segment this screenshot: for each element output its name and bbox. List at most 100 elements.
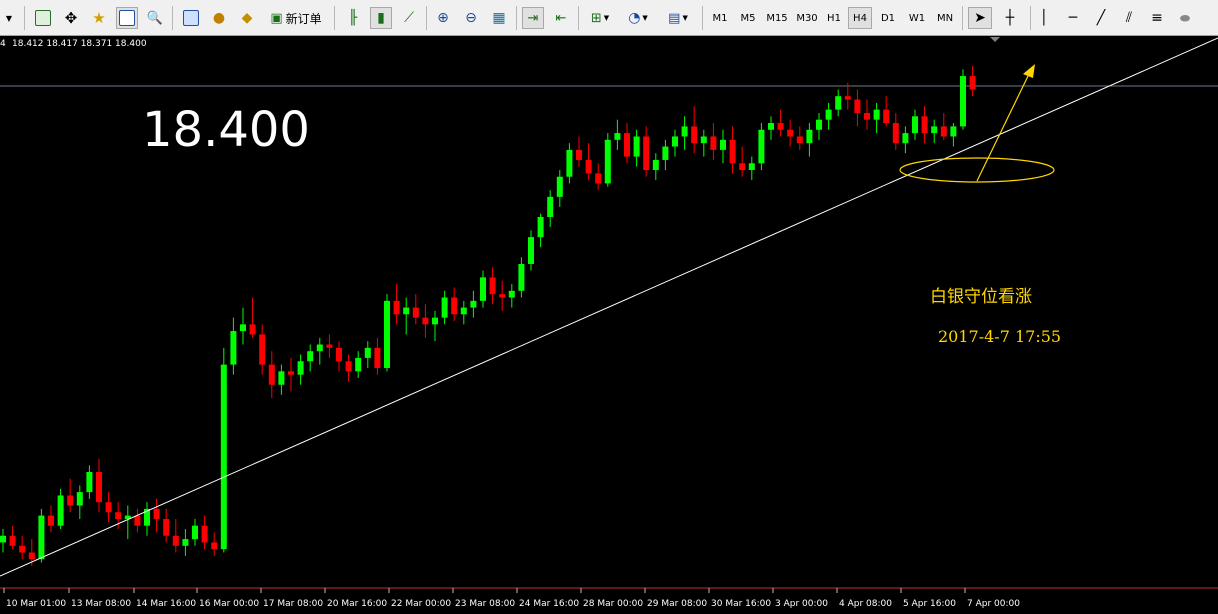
horizontal-line-icon: ─ <box>1068 10 1078 26</box>
candle-body <box>624 133 630 157</box>
timeframe-m30[interactable]: M30 <box>793 7 821 29</box>
timeframe-m5[interactable]: M5 <box>735 7 761 29</box>
candle-body <box>259 334 266 365</box>
candle-body <box>192 525 198 540</box>
toolbar: ▼ ✥ ★ 🔍 ● ◆ ▣ 新订单 ╟ ▮ ⟋ ⊕ ⊖ ▦ ⇥ ⇤ ⊞ ▼ ◔ ▼ ▤… <box>0 0 1218 36</box>
line-chart-icon: ⟋ <box>404 10 414 26</box>
favorites-button[interactable]: ★ <box>88 7 110 29</box>
zoom-in-button[interactable]: ⊕ <box>432 7 454 29</box>
candle-body <box>211 542 218 550</box>
x-tick-label: 7 Apr 00:00 <box>967 599 1020 609</box>
candle-body <box>748 163 755 171</box>
candlestick-icon: ▮ <box>377 10 385 26</box>
crosshair-icon: ✥ <box>64 9 78 27</box>
candle-body <box>422 317 429 325</box>
candle-body <box>892 123 899 144</box>
candle-body <box>403 307 410 315</box>
candle-body <box>873 109 880 120</box>
candle-body <box>240 324 246 332</box>
x-tick-label: 16 Mar 00:00 <box>199 599 259 609</box>
candle-body <box>412 307 419 318</box>
equidistant-channel-button[interactable]: ⫽ <box>1118 7 1140 29</box>
timeframe-mn[interactable]: MN <box>932 7 958 29</box>
candle-body <box>547 196 554 217</box>
candle-body <box>86 471 93 493</box>
crosshair-tool-button[interactable]: ┼ <box>998 7 1022 29</box>
candle-body <box>288 371 294 375</box>
candle-body <box>508 290 515 298</box>
data-window-button[interactable]: 🔍 <box>144 7 166 29</box>
tile-windows-button[interactable]: ▦ <box>488 7 510 29</box>
timeframe-m1[interactable]: M1 <box>707 7 733 29</box>
crosshair-icon: ┼ <box>1005 10 1015 26</box>
candle-body <box>393 300 400 315</box>
candle-body <box>105 502 112 513</box>
toolbar-separator <box>702 6 703 30</box>
toolbar-separator <box>172 6 173 30</box>
chart-shift-button[interactable]: ⇤ <box>550 7 572 29</box>
candle-body <box>700 136 707 144</box>
candle-body <box>134 515 141 526</box>
new-order-icon: ▣ <box>270 10 283 26</box>
fibonacci-button[interactable]: ≡ <box>1146 7 1168 29</box>
candle-body <box>460 307 467 315</box>
candle-body <box>950 126 957 137</box>
candle-body <box>374 347 381 368</box>
timeframe-w1[interactable]: W1 <box>905 7 929 29</box>
candle-body <box>528 237 534 264</box>
shapes-button[interactable]: ⬬ <box>1174 7 1196 29</box>
bar-chart-button[interactable]: ╟ <box>342 7 364 29</box>
terminal-button[interactable] <box>180 7 202 29</box>
timeframe-d1[interactable]: D1 <box>876 7 900 29</box>
experts-button[interactable]: ● <box>208 7 230 29</box>
cursor-tool-button[interactable]: ➤ <box>968 7 992 29</box>
auto-scroll-icon: ⇥ <box>527 10 539 26</box>
timeframe-m15[interactable]: M15 <box>763 7 791 29</box>
fibonacci-icon: ≡ <box>1151 10 1163 26</box>
new-order-label: 新订单 <box>285 11 322 26</box>
auto-scroll-button[interactable]: ⇥ <box>522 7 544 29</box>
new-chart-button[interactable] <box>32 7 54 29</box>
chart-window-menu-button[interactable]: ▼ <box>0 7 18 29</box>
timeframe-h4[interactable]: H4 <box>848 7 872 29</box>
candle-body <box>566 149 573 177</box>
x-tick-label: 10 Mar 01:00 <box>6 599 66 609</box>
strategy-tester-button[interactable]: ◆ <box>236 7 258 29</box>
candle-body <box>796 136 803 144</box>
timeframe-h1[interactable]: H1 <box>823 7 845 29</box>
trendline-tool-button[interactable]: ╱ <box>1090 7 1112 29</box>
toolbar-separator <box>962 6 963 30</box>
indicators-button[interactable]: ⊞ ▼ <box>584 7 616 29</box>
price-chart[interactable]: 4 18.412 18.417 18.371 18.400 18.400 白银守… <box>0 36 1218 614</box>
crosshair-profiles-button[interactable]: ✥ <box>60 7 82 29</box>
candle-body <box>28 552 35 560</box>
x-tick-label: 13 Mar 08:00 <box>71 599 131 609</box>
vertical-line-button[interactable]: │ <box>1034 7 1054 29</box>
periods-button[interactable]: ◔ ▼ <box>622 7 654 29</box>
candle-body <box>614 133 621 140</box>
candle-body <box>662 146 669 160</box>
candle-body <box>556 176 563 197</box>
candle-body <box>883 109 890 124</box>
candlestick-chart-button[interactable]: ▮ <box>370 7 392 29</box>
candle-body <box>48 515 54 526</box>
candle-body <box>825 109 832 120</box>
window-icon <box>119 10 135 26</box>
x-tick-label: 14 Mar 16:00 <box>136 599 196 609</box>
line-chart-button[interactable]: ⟋ <box>398 7 420 29</box>
candle-body <box>220 364 227 550</box>
navigator-button[interactable] <box>116 7 138 29</box>
zoom-out-button[interactable]: ⊖ <box>460 7 482 29</box>
candle-body <box>710 136 717 150</box>
people-icon: ● <box>212 10 226 26</box>
templates-button[interactable]: ▤ ▼ <box>660 7 696 29</box>
horizontal-line-button[interactable]: ─ <box>1062 7 1084 29</box>
candle-body <box>278 371 285 385</box>
candle-body <box>595 173 602 184</box>
trendline-icon: ╱ <box>1096 10 1106 26</box>
annotation-text: 白银守位看涨 <box>930 287 1032 307</box>
candle-body <box>787 129 794 137</box>
new-order-button[interactable]: ▣ 新订单 <box>265 7 327 29</box>
big-price-label: 18.400 <box>142 102 310 158</box>
terminal-icon <box>183 10 199 26</box>
